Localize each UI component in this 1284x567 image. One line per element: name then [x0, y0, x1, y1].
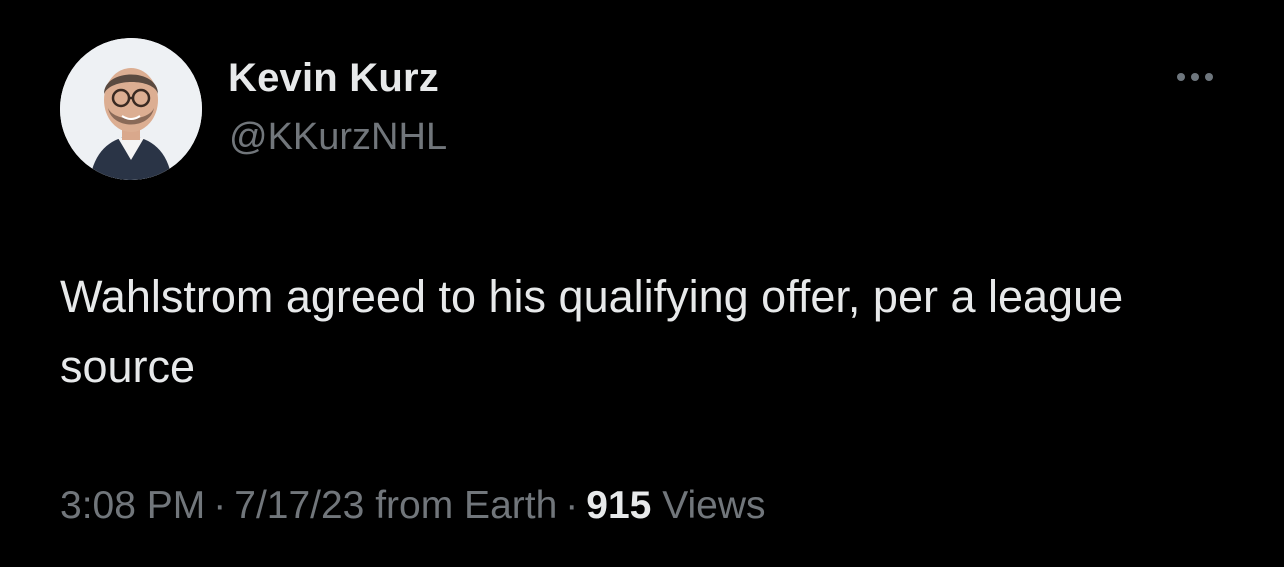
profile-photo-icon [60, 38, 202, 180]
views-count[interactable]: 915 [586, 484, 651, 527]
tweet-date[interactable]: 7/17/23 [234, 484, 364, 527]
tweet-time[interactable]: 3:08 PM [60, 484, 205, 527]
more-dot [1177, 73, 1185, 81]
more-dot [1191, 73, 1199, 81]
more-horizontal-icon[interactable] [1166, 62, 1224, 92]
tweet-source: from Earth [375, 484, 558, 527]
author-display-name[interactable]: Kevin Kurz [228, 56, 439, 101]
separator: · [213, 484, 227, 527]
tweet-card: Kevin Kurz @KKurzNHL Wahlstrom agreed to… [0, 0, 1284, 567]
avatar[interactable] [60, 38, 202, 180]
more-dot [1205, 73, 1213, 81]
tweet-meta: 3:08 PM · 7/17/23 from Earth · 915 Views [60, 484, 766, 528]
separator: · [565, 484, 579, 527]
tweet-text: Wahlstrom agreed to his qualifying offer… [60, 271, 1124, 392]
author-handle[interactable]: @KKurzNHL [229, 116, 447, 159]
views-label[interactable]: Views [662, 484, 765, 527]
